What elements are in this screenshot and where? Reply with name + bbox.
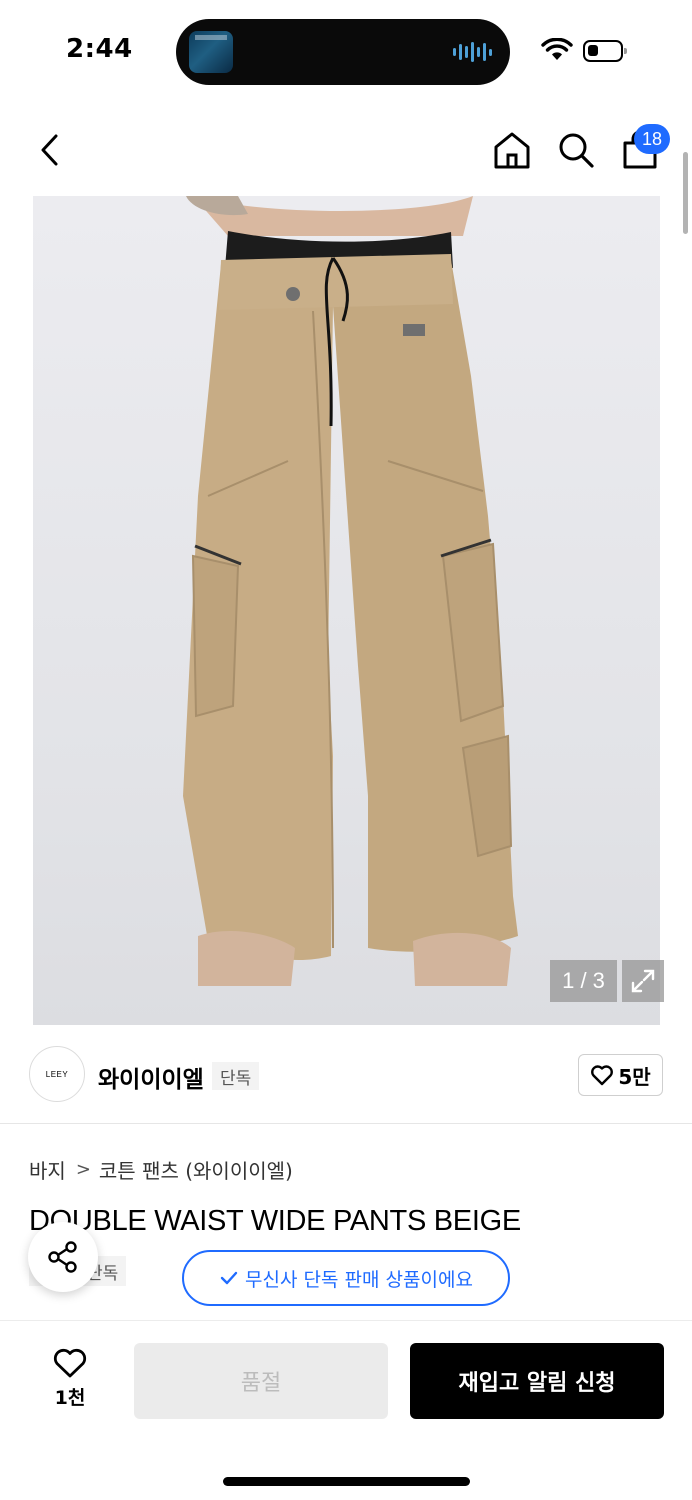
breadcrumb-subcategory[interactable]: 코튼 팬츠 (와이이이엘) <box>99 1155 293 1184</box>
home-indicator[interactable] <box>223 1477 470 1486</box>
soldout-button: 품절 <box>134 1343 388 1419</box>
now-playing-artwork <box>189 31 233 73</box>
chevron-left-icon <box>41 134 58 166</box>
brand-row: LEEY 와이이이엘 단독 5만 <box>0 1026 692 1124</box>
waveform-bar <box>477 47 480 57</box>
dynamic-island[interactable] <box>176 19 510 85</box>
battery-icon <box>583 40 627 62</box>
restock-alert-button[interactable]: 재입고 알림 신청 <box>410 1343 664 1419</box>
home-icon <box>494 132 530 169</box>
home-button[interactable] <box>488 126 536 174</box>
expand-icon <box>631 969 655 993</box>
waveform-bar <box>459 44 462 60</box>
breadcrumb: 바지 > 코튼 팬츠 (와이이이엘) <box>29 1155 293 1184</box>
product-title: DOUBLE WAIST WIDE PANTS BEIGE <box>29 1205 521 1237</box>
product-photo <box>183 196 518 986</box>
audio-waveform-icon <box>453 41 492 63</box>
expand-image-button[interactable] <box>622 960 664 1002</box>
search-icon <box>559 133 594 168</box>
heart-icon <box>591 1065 614 1086</box>
exclusive-tooltip: 무신사 단독 판매 상품이에요 <box>182 1250 510 1306</box>
back-button[interactable] <box>28 128 72 172</box>
waveform-bar <box>483 43 486 61</box>
share-icon <box>48 1241 77 1273</box>
waveform-bar <box>489 48 492 56</box>
wishlist-count: 1천 <box>54 1387 86 1409</box>
scrollbar[interactable] <box>683 152 688 234</box>
chevron-right-icon: > <box>75 1159 91 1180</box>
status-time: 2:44 <box>66 34 133 64</box>
exclusive-badge: 단독 <box>212 1062 260 1090</box>
breadcrumb-category[interactable]: 바지 <box>29 1155 66 1184</box>
brand-logo[interactable]: LEEY <box>29 1046 85 1102</box>
product-image[interactable] <box>33 196 660 1025</box>
waveform-bar <box>471 42 474 62</box>
top-nav <box>0 100 692 196</box>
heart-icon <box>53 1348 87 1378</box>
brand-like-count: 5만 <box>618 1064 651 1089</box>
checkmark-icon <box>220 1271 238 1285</box>
cart-count-badge: 18 <box>634 124 670 154</box>
bottom-action-bar: 1천 품절 재입고 알림 신청 <box>0 1320 692 1500</box>
waveform-bar <box>453 48 456 56</box>
status-bar: 2:44 <box>0 0 692 100</box>
tooltip-text: 무신사 단독 판매 상품이에요 <box>245 1268 473 1291</box>
search-button[interactable] <box>552 126 600 174</box>
share-button[interactable] <box>28 1222 98 1292</box>
brand-name[interactable]: 와이이이엘 <box>98 1060 204 1094</box>
wishlist-button[interactable]: 1천 <box>40 1347 100 1417</box>
waveform-bar <box>465 46 468 58</box>
brand-like-button[interactable]: 5만 <box>578 1054 663 1096</box>
wifi-icon <box>541 38 573 60</box>
image-counter: 1 / 3 <box>550 960 617 1002</box>
